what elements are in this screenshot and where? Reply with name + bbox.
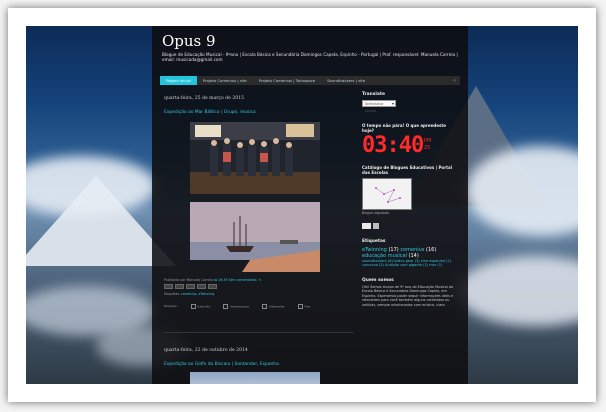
portugal-map-badge[interactable] — [362, 178, 412, 210]
post-labels: Etiquetas: comenius, eTwinning — [164, 292, 214, 296]
post-comments-link[interactable]: Sem comentários: — [229, 278, 258, 282]
post-date: quarta-feira, 22 de outubro de 2014 — [164, 348, 248, 353]
widget-button[interactable] — [373, 223, 379, 229]
labels-links[interactable]: comenius, eTwinning — [181, 292, 214, 296]
clock-ampm: PM — [424, 138, 432, 144]
group-photo-image — [190, 122, 320, 194]
reaction-option[interactable]: Extra-fix — [191, 304, 211, 309]
screenshot-frame: Opus 9 Blogue de Educação Musical - 9ºan… — [8, 8, 596, 402]
translate-select[interactable]: Seleccionar idioma — [362, 100, 396, 113]
labels-prefix: Etiquetas: — [164, 292, 181, 296]
nav-bar: Página inicial Projeto Comenius | site P… — [160, 76, 460, 85]
clock-time: 03:40 — [362, 133, 424, 158]
widget-button[interactable] — [362, 223, 371, 229]
share-twitter-icon[interactable] — [186, 284, 195, 289]
post-time-link[interactable]: às 16:39 — [214, 278, 228, 282]
blog-page: Opus 9 Blogue de Educação Musical - 9ºan… — [26, 26, 578, 384]
clock-seconds: 25 — [424, 145, 431, 151]
labels-heading: Etiquetas — [362, 239, 386, 244]
time-heading: O tempo não pára! O que aprendeste hoje? — [362, 123, 447, 133]
tag-count: (16) — [426, 247, 437, 253]
post-title[interactable]: Expedição ao Mar Báltico | Grupo, música — [164, 110, 256, 115]
share-facebook-icon[interactable] — [197, 284, 206, 289]
nav-tab-home[interactable]: Página inicial — [160, 76, 197, 85]
label-cloud-small[interactable]: soundtrackers (6) ludico gear (3) cine e… — [362, 259, 458, 268]
nav-more-icon[interactable]: « — [453, 78, 460, 84]
post-photo-group[interactable] — [190, 122, 320, 194]
map-caption: Blogue registado — [362, 211, 389, 215]
edit-pencil-icon[interactable]: ✎ — [259, 278, 262, 282]
label-cloud: eTwinning (17) comenius (16) educação mu… — [362, 247, 458, 259]
sidebar: Translate Seleccionar idioma O tempo não… — [362, 92, 458, 307]
catalog-heading[interactable]: Catálogo de Blogues Educativos | Portal … — [362, 165, 458, 175]
reactions-label: Reações: — [164, 304, 178, 308]
about-text: Olá! Somos alunos de 9º ano da Educação … — [362, 284, 454, 307]
post-date: quarta-feira, 25 de março de 2015 — [164, 96, 245, 101]
blog-container: Opus 9 Blogue de Educação Musical - 9ºan… — [152, 26, 468, 384]
nav-tab-twinspace[interactable]: Projeto Comenius | Twinspace — [253, 76, 321, 85]
translate-heading: Translate — [362, 92, 385, 97]
blog-title[interactable]: Opus 9 — [162, 32, 216, 50]
post-author: Publicada por Manuela Correia — [164, 278, 213, 282]
ship-photo-image — [190, 202, 320, 272]
post-meta: Publicada por Manuela Correia às 16:39 S… — [164, 278, 261, 282]
post-title[interactable]: Expedição ao Golfo da Biscaia | Santande… — [164, 362, 279, 367]
cloud — [456, 256, 578, 326]
map-lines-icon — [375, 187, 401, 203]
nav-tab-comenius-site[interactable]: Projeto Comenius | site — [197, 76, 253, 85]
reaction-option[interactable]: Altamente — [262, 304, 285, 309]
share-email-icon[interactable] — [164, 284, 173, 289]
nav-tab-soundtrackers[interactable]: Soundtrackers | site — [321, 76, 371, 85]
reactions: Reações: Extra-fix Interessante Altament… — [164, 304, 310, 309]
share-pinterest-icon[interactable] — [208, 284, 217, 289]
clock-widget: 03:40 PM 25 — [362, 135, 458, 159]
reaction-option[interactable]: Interessante — [223, 304, 249, 309]
about-heading: Quem somos — [362, 277, 394, 283]
share-buttons — [164, 284, 217, 289]
post-photo-preview[interactable] — [190, 372, 320, 384]
post-photo-ship[interactable] — [190, 202, 320, 272]
widget-buttons — [362, 223, 458, 229]
post-divider — [164, 332, 354, 333]
blog-description: Blogue de Educação Musical - 9ºano | Esc… — [162, 52, 458, 63]
reaction-option[interactable]: Fixe — [298, 304, 311, 309]
share-blog-icon[interactable] — [175, 284, 184, 289]
